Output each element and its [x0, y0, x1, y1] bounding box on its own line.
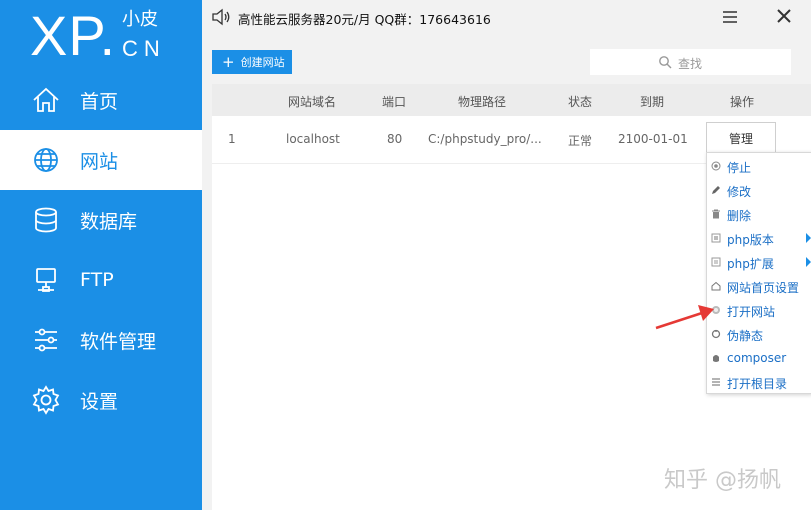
notice-text: 高性能云服务器20元/月 QQ群：176643616	[238, 12, 491, 27]
main-area: 高性能云服务器20元/月 QQ群：176643616 + 创建网站 查找 网站域…	[202, 0, 811, 510]
row-path: C:/phpstudy_pro/...	[428, 132, 542, 146]
menu-item-label: 打开网站	[727, 305, 776, 319]
nav-label: 首页	[80, 90, 119, 113]
pencil-icon	[712, 186, 720, 194]
row-port: 80	[387, 132, 403, 146]
context-menu: 停止 修改 删除 php版本 php扩展 网站首页设置 打开网站 伪静态 com…	[706, 152, 811, 394]
nav-item-database[interactable]: 数据库	[0, 190, 202, 250]
column-header-domain: 网站域名	[288, 95, 337, 109]
menu-item-open-website[interactable]: 打开网站	[707, 298, 811, 322]
nav-label: 数据库	[80, 210, 138, 233]
nav-label: 网站	[80, 150, 119, 173]
menu-item-edit[interactable]: 修改	[707, 178, 811, 202]
nav-label: 设置	[80, 390, 119, 413]
menu-item-label: 伪静态	[727, 329, 764, 343]
menu-item-label: 打开根目录	[727, 377, 788, 391]
submenu-arrow-icon	[806, 233, 811, 243]
row-index: 1	[228, 132, 236, 146]
gear-icon	[32, 385, 60, 415]
search-placeholder: 查找	[678, 57, 703, 71]
menu-item-composer[interactable]: composer	[707, 346, 811, 370]
nav-label: 软件管理	[80, 330, 157, 353]
search-icon	[659, 56, 672, 69]
database-icon	[35, 207, 57, 233]
menu-item-delete[interactable]: 删除	[707, 202, 811, 226]
php-icon	[711, 233, 721, 243]
watermark: 知乎 @扬帆	[664, 468, 781, 493]
column-header-action: 操作	[730, 95, 755, 109]
menu-item-label: php扩展	[727, 257, 774, 271]
logo-subtitle: 小皮	[122, 9, 158, 30]
column-header-port: 端口	[382, 95, 407, 109]
logo-mark: XP.	[30, 4, 117, 67]
menu-item-homepage-settings[interactable]: 网站首页设置	[707, 274, 811, 298]
sidebar: XP. 小皮 CN 首页 网站 数据库 FTP 软件管理 设置	[0, 0, 202, 510]
composer-icon	[713, 355, 719, 362]
column-header-expire: 到期	[640, 95, 665, 109]
table-header: 网站域名 端口 物理路径 状态 到期 操作	[212, 84, 811, 116]
close-icon[interactable]	[776, 8, 792, 24]
server-icon	[36, 268, 56, 292]
menu-item-rewrite[interactable]: 伪静态	[707, 322, 811, 346]
speaker-icon	[212, 8, 230, 26]
nav-item-ftp[interactable]: FTP	[0, 250, 202, 310]
sliders-icon	[35, 328, 57, 352]
nav-item-home[interactable]: 首页	[0, 70, 202, 130]
home-icon	[33, 87, 59, 112]
logo-domain: CN	[122, 36, 166, 61]
globe-icon	[34, 148, 58, 172]
search-input[interactable]: 查找	[590, 49, 791, 75]
menu-item-open-root[interactable]: 打开根目录	[707, 370, 811, 394]
menu-item-php-version[interactable]: php版本	[707, 226, 811, 250]
submenu-arrow-icon	[806, 257, 811, 267]
column-header-status: 状态	[568, 95, 593, 109]
row-status: 正常	[568, 134, 593, 148]
nav-item-website[interactable]: 网站	[0, 130, 202, 190]
plus-icon: +	[222, 52, 235, 71]
menu-item-label: 修改	[727, 185, 752, 199]
create-website-button[interactable]: + 创建网站	[212, 50, 292, 74]
trash-icon	[712, 209, 720, 219]
menu-item-label: php版本	[727, 233, 774, 247]
menu-item-label: composer	[727, 351, 787, 365]
manage-button[interactable]: 管理	[706, 122, 776, 154]
menu-item-stop[interactable]: 停止	[707, 154, 811, 178]
stop-icon	[711, 161, 721, 171]
create-website-label: 创建网站	[240, 56, 285, 69]
menu-item-label: 停止	[727, 161, 752, 175]
list-icon	[712, 378, 720, 386]
home-small-icon	[711, 281, 721, 291]
menu-item-php-extension[interactable]: php扩展	[707, 250, 811, 274]
menu-icon[interactable]	[722, 9, 738, 25]
menu-item-label: 网站首页设置	[727, 281, 800, 295]
extension-icon	[711, 257, 721, 267]
column-header-path: 物理路径	[458, 95, 507, 109]
nav-item-settings[interactable]: 设置	[0, 370, 202, 430]
sidebar-nav: 首页 网站 数据库 FTP 软件管理 设置	[0, 70, 202, 430]
nav-item-software[interactable]: 软件管理	[0, 310, 202, 370]
nav-label: FTP	[80, 269, 114, 291]
annotation-arrow-icon	[655, 305, 714, 330]
top-bar: 高性能云服务器20元/月 QQ群：176643616	[202, 0, 811, 36]
row-domain: localhost	[286, 132, 340, 146]
row-expire: 2100-01-01	[618, 132, 688, 146]
menu-item-label: 删除	[727, 209, 752, 223]
